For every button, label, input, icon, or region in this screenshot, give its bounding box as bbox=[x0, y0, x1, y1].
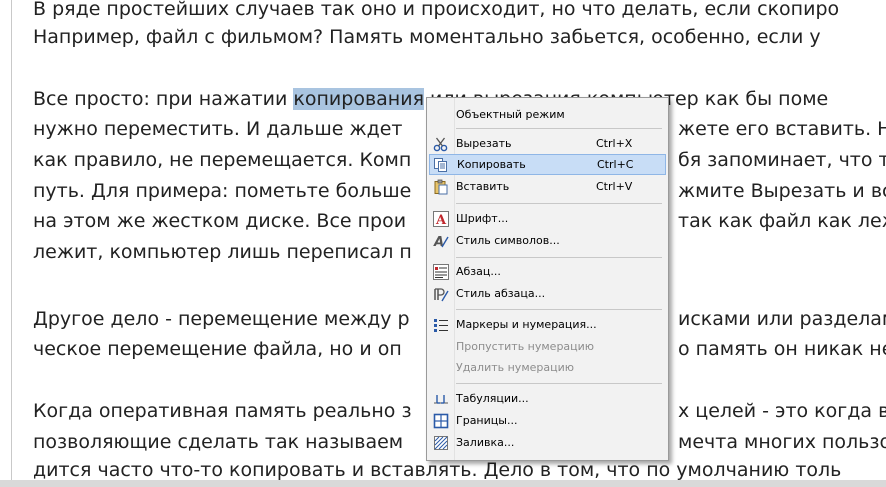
menu-item-shortcut: Ctrl+V bbox=[596, 180, 633, 193]
menu-item-label: Табуляции... bbox=[456, 392, 529, 405]
text-line: дится часто что-то копировать и вставлят… bbox=[33, 459, 842, 481]
menu-item-paragraph-style[interactable]: Стиль абзаца... bbox=[429, 283, 666, 304]
menu-item-label: Шрифт... bbox=[456, 212, 509, 225]
text-line-tail: жмите Вырезать и вст bbox=[678, 180, 886, 202]
menu-item-font[interactable]: A Шрифт... bbox=[429, 208, 666, 229]
menu-item-label: Удалить нумерацию bbox=[456, 361, 575, 374]
text-line: на этом же жестком диске. Все прои bbox=[33, 210, 407, 232]
menu-item-shortcut: Ctrl+X bbox=[596, 137, 633, 150]
scissors-icon bbox=[433, 137, 448, 152]
paste-icon bbox=[434, 179, 448, 195]
text-line: Другое дело - перемещение между р bbox=[33, 308, 410, 330]
status-strip bbox=[0, 480, 886, 487]
menu-item-label: Границы... bbox=[456, 414, 518, 427]
menu-item-borders[interactable]: Границы... bbox=[429, 410, 666, 431]
borders-icon bbox=[433, 413, 449, 429]
text-line: лежит, компьютер лишь переписал п bbox=[33, 241, 412, 263]
text-segment: Все просто: при нажатии bbox=[33, 88, 294, 110]
text-line-tail: х целей - это когда вы bbox=[678, 400, 886, 422]
menu-item-bullets-numbering[interactable]: Маркеры и нумерация... bbox=[429, 314, 666, 335]
menu-separator bbox=[456, 383, 662, 384]
menu-item-label: Объектный режим bbox=[456, 108, 565, 121]
text-line: В ряде простейших случаев так оно и прои… bbox=[33, 0, 840, 20]
menu-separator bbox=[456, 309, 662, 310]
text-line: Когда оперативная память реально з bbox=[33, 400, 412, 422]
character-style-icon: A bbox=[433, 235, 449, 249]
svg-text:A: A bbox=[435, 213, 447, 227]
menu-item-copy[interactable]: Копировать Ctrl+C bbox=[429, 154, 666, 175]
menu-item-cut[interactable]: Вырезать Ctrl+X bbox=[429, 133, 666, 154]
fill-icon bbox=[434, 436, 448, 450]
menu-separator bbox=[456, 128, 662, 129]
menu-item-label: Абзац... bbox=[456, 265, 501, 278]
text-line-tail: мечта многих пользо bbox=[678, 431, 886, 453]
text-line: путь. Для примера: пометьте больше bbox=[33, 180, 412, 202]
page-margin-line bbox=[11, 0, 12, 487]
menu-item-label: Копировать bbox=[457, 158, 526, 171]
menu-item-paragraph[interactable]: Абзац... bbox=[429, 261, 666, 282]
menu-separator bbox=[456, 203, 662, 204]
menu-item-label: Маркеры и нумерация... bbox=[456, 318, 597, 331]
menu-item-fill[interactable]: Заливка... bbox=[429, 432, 666, 453]
menu-item-label: Стиль символов... bbox=[456, 234, 560, 247]
font-icon: A bbox=[433, 211, 449, 227]
text-line-tail: так как файл как леж bbox=[678, 210, 886, 232]
text-line: как правило, не перемещается. Комп bbox=[33, 149, 412, 171]
menu-item-object-mode[interactable]: Объектный режим bbox=[429, 104, 666, 125]
menu-item-skip-numbering[interactable]: Пропустить нумерацию bbox=[429, 336, 666, 357]
context-menu: Объектный режим Вырезать Ctrl+X Копирова… bbox=[426, 97, 669, 461]
paragraph-icon bbox=[433, 264, 449, 280]
bullets-numbering-icon bbox=[434, 319, 448, 332]
text-line-tail: исками или разделам bbox=[678, 308, 886, 330]
menu-item-character-style[interactable]: A Стиль символов... bbox=[429, 230, 666, 251]
menu-separator bbox=[456, 257, 662, 258]
selected-text[interactable]: копирования bbox=[293, 88, 425, 110]
text-line-tail: бя запоминает, что те bbox=[678, 149, 886, 171]
menu-item-remove-numbering[interactable]: Удалить нумерацию bbox=[429, 357, 666, 378]
menu-item-shortcut: Ctrl+C bbox=[597, 158, 634, 171]
menu-item-label: Заливка... bbox=[456, 436, 515, 449]
paragraph-style-icon bbox=[434, 288, 449, 302]
text-line-tail: жете его вставить. Н bbox=[678, 118, 886, 140]
menu-item-label: Вставить bbox=[456, 180, 510, 193]
tabs-icon bbox=[434, 395, 448, 404]
text-line: Например, файл с фильмом? Память момента… bbox=[33, 26, 821, 48]
text-line: ческое перемещение файла, но и оп bbox=[33, 338, 402, 360]
menu-item-tabs[interactable]: Табуляции... bbox=[429, 388, 666, 409]
menu-item-label: Пропустить нумерацию bbox=[456, 340, 595, 353]
copy-icon bbox=[434, 158, 447, 172]
text-line: нужно переместить. И дальше ждет bbox=[33, 118, 403, 140]
menu-item-label: Стиль абзаца... bbox=[456, 287, 546, 300]
menu-item-label: Вырезать bbox=[456, 137, 512, 150]
menu-item-paste[interactable]: Вставить Ctrl+V bbox=[429, 176, 666, 197]
text-line-tail: о память он никак не bbox=[678, 338, 886, 360]
text-line: позволяющие сделать так называем bbox=[33, 431, 404, 453]
